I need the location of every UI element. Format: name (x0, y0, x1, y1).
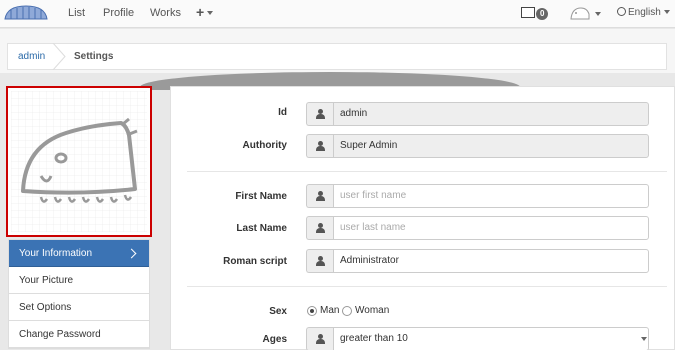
user-icon (316, 141, 325, 151)
form-divider (187, 286, 667, 287)
brand-logo[interactable] (3, 4, 49, 21)
sex-man-label[interactable]: Man (320, 305, 339, 316)
breadcrumb-separator-icon (52, 43, 66, 70)
user-menu-caret-icon[interactable] (595, 12, 601, 16)
breadcrumb-admin-link[interactable]: admin (18, 51, 45, 62)
menu-your-information[interactable]: Your Information (9, 240, 149, 267)
ages-select[interactable]: greater than 10 (333, 327, 649, 350)
chevron-right-icon (126, 248, 137, 259)
user-icon (316, 109, 325, 119)
plus-icon: + (196, 4, 205, 20)
first-name-addon (306, 184, 334, 208)
chevron-down-icon (663, 10, 670, 15)
menu-change-password[interactable]: Change Password (9, 321, 149, 348)
nav-list[interactable]: List (68, 7, 85, 19)
menu-item-label: Change Password (19, 329, 101, 340)
language-selector[interactable]: English (617, 7, 670, 18)
authority-label: Authority (242, 140, 287, 151)
user-icon (316, 223, 325, 233)
language-label: English (628, 7, 661, 18)
form-divider (187, 171, 667, 172)
menu-item-label: Your Information (19, 248, 93, 259)
menu-item-label: Your Picture (19, 275, 74, 286)
nav-add-menu[interactable]: + (196, 4, 214, 20)
mail-count-badge[interactable]: 0 (536, 8, 549, 20)
first-name-input[interactable]: user first name (333, 184, 649, 208)
roman-script-label: Roman script (223, 256, 287, 267)
nav-profile[interactable]: Profile (103, 7, 134, 19)
nav-works[interactable]: Works (150, 7, 181, 19)
first-name-label: First Name (235, 191, 287, 202)
chevron-down-icon[interactable] (641, 337, 647, 341)
profile-picture-image (11, 91, 147, 232)
last-name-label: Last Name (236, 223, 287, 234)
authority-field: Super Admin (333, 134, 649, 158)
ages-label: Ages (262, 334, 287, 345)
id-addon (306, 102, 334, 126)
sex-man-radio[interactable] (307, 306, 317, 316)
last-name-addon (306, 216, 334, 240)
profile-picture[interactable] (6, 86, 152, 237)
roman-script-input[interactable]: Administrator (333, 249, 649, 273)
globe-icon (617, 7, 626, 16)
sex-woman-radio[interactable] (342, 306, 352, 316)
authority-addon (306, 134, 334, 158)
menu-item-label: Set Options (19, 302, 72, 313)
user-avatar-icon[interactable] (570, 5, 590, 20)
breadcrumb-current: Settings (74, 51, 114, 62)
user-icon (316, 334, 325, 344)
chevron-down-icon (207, 11, 214, 16)
user-icon (316, 191, 325, 201)
id-field: admin (333, 102, 649, 126)
menu-your-picture[interactable]: Your Picture (9, 267, 149, 294)
roman-script-addon (306, 249, 334, 273)
id-label: Id (278, 107, 287, 118)
mail-icon[interactable] (521, 7, 535, 18)
sex-label: Sex (269, 306, 287, 317)
sex-woman-label[interactable]: Woman (355, 305, 389, 316)
top-navbar: List Profile Works + 0 English (0, 0, 675, 28)
ages-addon (306, 327, 334, 350)
settings-menu: Your Information Your Picture Set Option… (8, 239, 150, 349)
menu-set-options[interactable]: Set Options (9, 294, 149, 321)
user-icon (316, 256, 325, 266)
last-name-input[interactable]: user last name (333, 216, 649, 240)
